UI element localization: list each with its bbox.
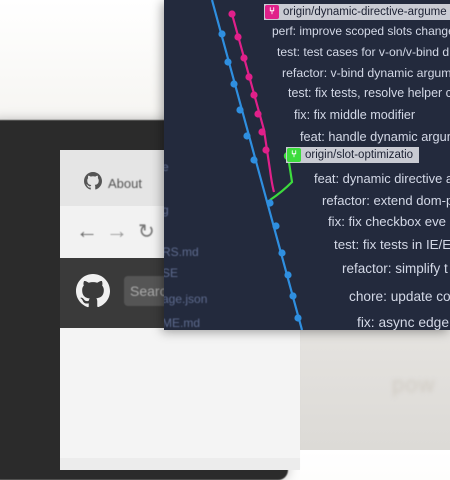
commit-node[interactable]: [262, 146, 270, 154]
commit-message[interactable]: chore: update co: [349, 289, 450, 304]
commit-node[interactable]: [272, 222, 280, 230]
branch-icon: ⑂: [265, 5, 279, 19]
commit-message[interactable]: feat: handle dynamic argum: [300, 129, 450, 144]
commit-node[interactable]: [254, 110, 262, 118]
file-name-fragment: age.json: [164, 292, 208, 306]
branch-label[interactable]: ⑂ origin/slot-optimizatio: [286, 147, 420, 163]
file-name-fragment: e: [164, 160, 169, 174]
commit-node[interactable]: [243, 132, 251, 140]
file-name-fragment: g: [164, 203, 169, 217]
commit-message[interactable]: fix: async edge: [357, 315, 449, 330]
browser-tab-title[interactable]: About: [108, 176, 142, 191]
commit-node[interactable]: [278, 249, 286, 257]
commit-node[interactable]: [284, 271, 292, 279]
commit-node[interactable]: [228, 10, 236, 18]
commit-node[interactable]: [294, 314, 302, 322]
commit-node[interactable]: [266, 199, 274, 207]
commit-node[interactable]: [245, 73, 253, 81]
file-name-fragment: RS.md: [164, 245, 199, 259]
reload-icon[interactable]: ↻: [138, 219, 155, 244]
graph-edge: [230, 13, 276, 193]
github-logo-icon[interactable]: [76, 274, 110, 308]
commit-node[interactable]: [230, 80, 238, 88]
commit-message[interactable]: perf: improve scoped slots change: [272, 24, 450, 38]
github-tab-icon: [84, 172, 102, 190]
commit-message[interactable]: test: fix tests, resolve helper co: [288, 86, 450, 100]
commit-node[interactable]: [258, 128, 266, 136]
page-body: [60, 328, 300, 458]
blurred-background-text: pow: [392, 372, 436, 397]
commit-message[interactable]: refactor: extend dom-p: [322, 193, 450, 208]
commit-node[interactable]: [250, 156, 258, 164]
commit-message[interactable]: test: fix tests in IE/E: [334, 237, 450, 252]
commit-node[interactable]: [250, 91, 258, 99]
commit-node[interactable]: [234, 33, 242, 41]
commit-message[interactable]: refactor: v-bind dynamic argum: [282, 66, 450, 80]
commit-node[interactable]: [218, 30, 226, 38]
branch-name: origin/slot-optimizatio: [305, 149, 414, 161]
forward-arrow-icon[interactable]: →: [106, 218, 128, 244]
branch-name: origin/dynamic-directive-argume: [283, 6, 447, 18]
commit-message[interactable]: feat: dynamic directive a: [314, 171, 450, 186]
commit-message[interactable]: refactor: simplify t: [342, 261, 448, 276]
file-name-fragment: SE: [164, 266, 179, 280]
commit-node[interactable]: [289, 292, 297, 300]
commit-message[interactable]: fix: fix middle modifier: [294, 108, 415, 122]
branch-label[interactable]: ⑂ origin/dynamic-directive-argume: [264, 4, 450, 20]
commit-node[interactable]: [224, 58, 232, 66]
git-graph-panel: e g RS.md SE age.json ME.md ⑂ origin/dynamic-d…: [164, 0, 450, 330]
commit-message[interactable]: fix: fix checkbox eve: [328, 214, 446, 229]
commit-message[interactable]: test: test cases for v-on/v-bind d: [277, 45, 449, 59]
branch-icon: ⑂: [287, 148, 301, 162]
file-name-fragment: ME.md: [164, 316, 201, 330]
back-arrow-icon[interactable]: ←: [76, 218, 98, 244]
commit-node[interactable]: [236, 106, 244, 114]
commit-node[interactable]: [240, 54, 248, 62]
